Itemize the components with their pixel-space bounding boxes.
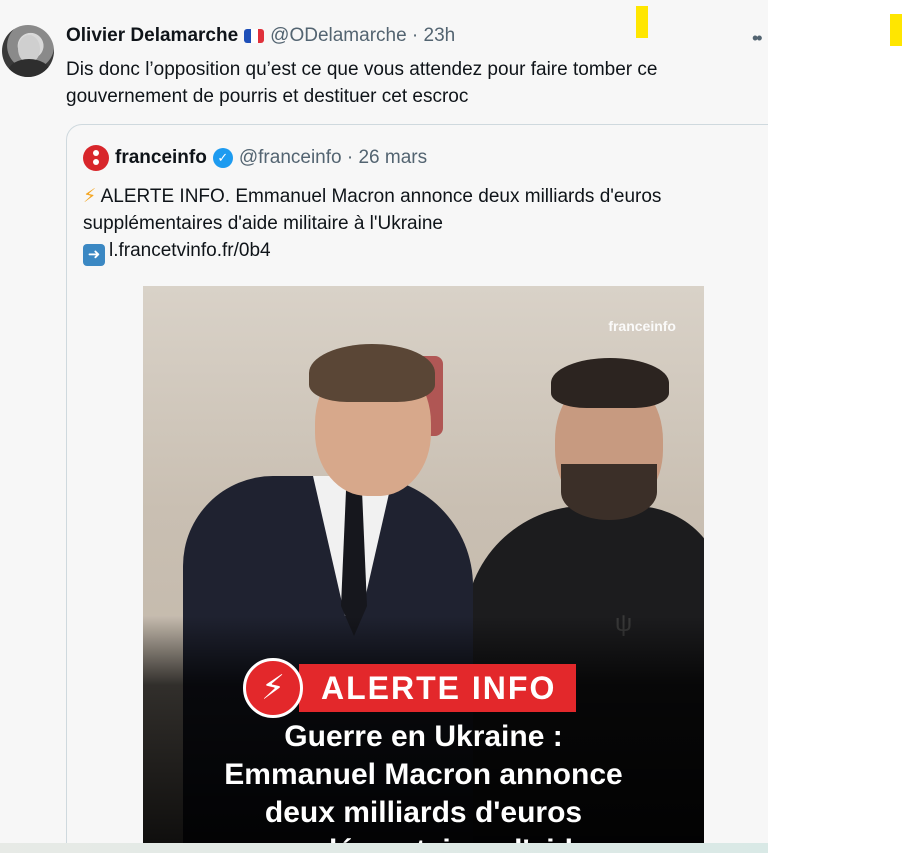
headline-line: Guerre en Ukraine : xyxy=(284,720,563,753)
author-name[interactable]: Olivier Delamarche xyxy=(66,25,238,47)
lightning-icon: ⚡ xyxy=(243,658,303,718)
right-arrow-icon: ➜ xyxy=(83,243,105,266)
image-headline: Guerre en Ukraine : Emmanuel Macron anno… xyxy=(143,718,704,846)
quoted-text: ⚡ ALERTE INFO. Emmanuel Macron annonce d… xyxy=(83,183,763,266)
alert-banner: ⚡ ALERTE INFO xyxy=(243,658,577,718)
verified-badge-icon: ✓ xyxy=(212,148,233,168)
highlight-marker xyxy=(890,14,902,46)
quoted-image[interactable]: ψ franceinfo ⚡ ALERTE INFO Guerre en Ukr… xyxy=(143,286,704,846)
image-watermark: franceinfo xyxy=(608,318,676,334)
bottom-strip xyxy=(0,843,768,853)
headline-line: deux milliards d'euros xyxy=(264,796,583,829)
quoted-header: franceinfo ✓ @franceinfo · 26 mars xyxy=(83,145,427,171)
alert-label: ALERTE INFO xyxy=(299,664,577,712)
tweet-text: Dis donc l’opposition qu’est ce que vous… xyxy=(66,59,658,107)
highlight-marker xyxy=(636,6,648,38)
quoted-handle-time[interactable]: @franceinfo · 26 mars xyxy=(239,147,427,169)
headline-line: Emmanuel Macron annonce xyxy=(224,758,623,791)
tweet-card[interactable]: Olivier Delamarche @ODelamarche · 23h ••… xyxy=(0,0,768,853)
author-handle-time[interactable]: @ODelamarche · 23h xyxy=(270,25,455,47)
quoted-text-body: ALERTE INFO. Emmanuel Macron annonce deu… xyxy=(83,186,662,234)
france-flag-icon xyxy=(244,29,265,43)
lightning-icon: ⚡ xyxy=(83,186,97,207)
quoted-author-name[interactable]: franceinfo xyxy=(115,147,207,169)
tweet-header: Olivier Delamarche @ODelamarche · 23h xyxy=(66,24,455,48)
more-dots-icon[interactable]: •• xyxy=(752,28,763,49)
franceinfo-avatar[interactable] xyxy=(83,145,109,171)
quoted-link[interactable]: l.francetvinfo.fr/0b4 xyxy=(109,240,271,261)
author-avatar[interactable] xyxy=(2,25,54,77)
quoted-tweet[interactable]: franceinfo ✓ @franceinfo · 26 mars ⚡ ALE… xyxy=(66,124,768,853)
